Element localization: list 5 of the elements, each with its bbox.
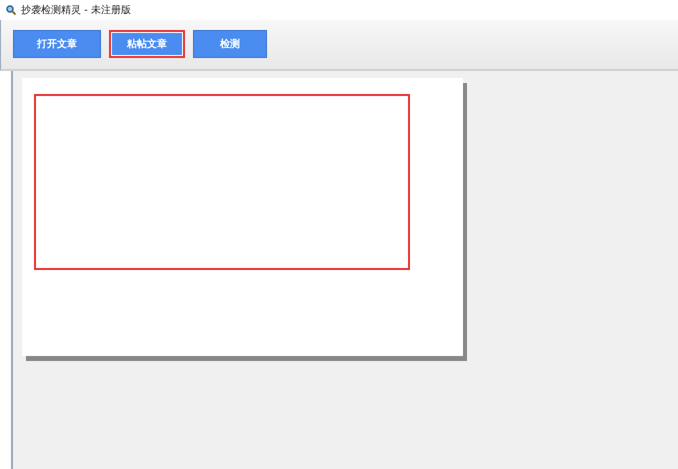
- toolbar-button[interactable]: 检测: [193, 30, 267, 58]
- toolbar-button[interactable]: 粘帖文章: [109, 30, 185, 58]
- search-icon: [6, 5, 16, 15]
- window-title: 抄袭检测精灵 - 未注册版: [21, 4, 131, 18]
- toolbar-button[interactable]: 打开文章: [13, 30, 101, 58]
